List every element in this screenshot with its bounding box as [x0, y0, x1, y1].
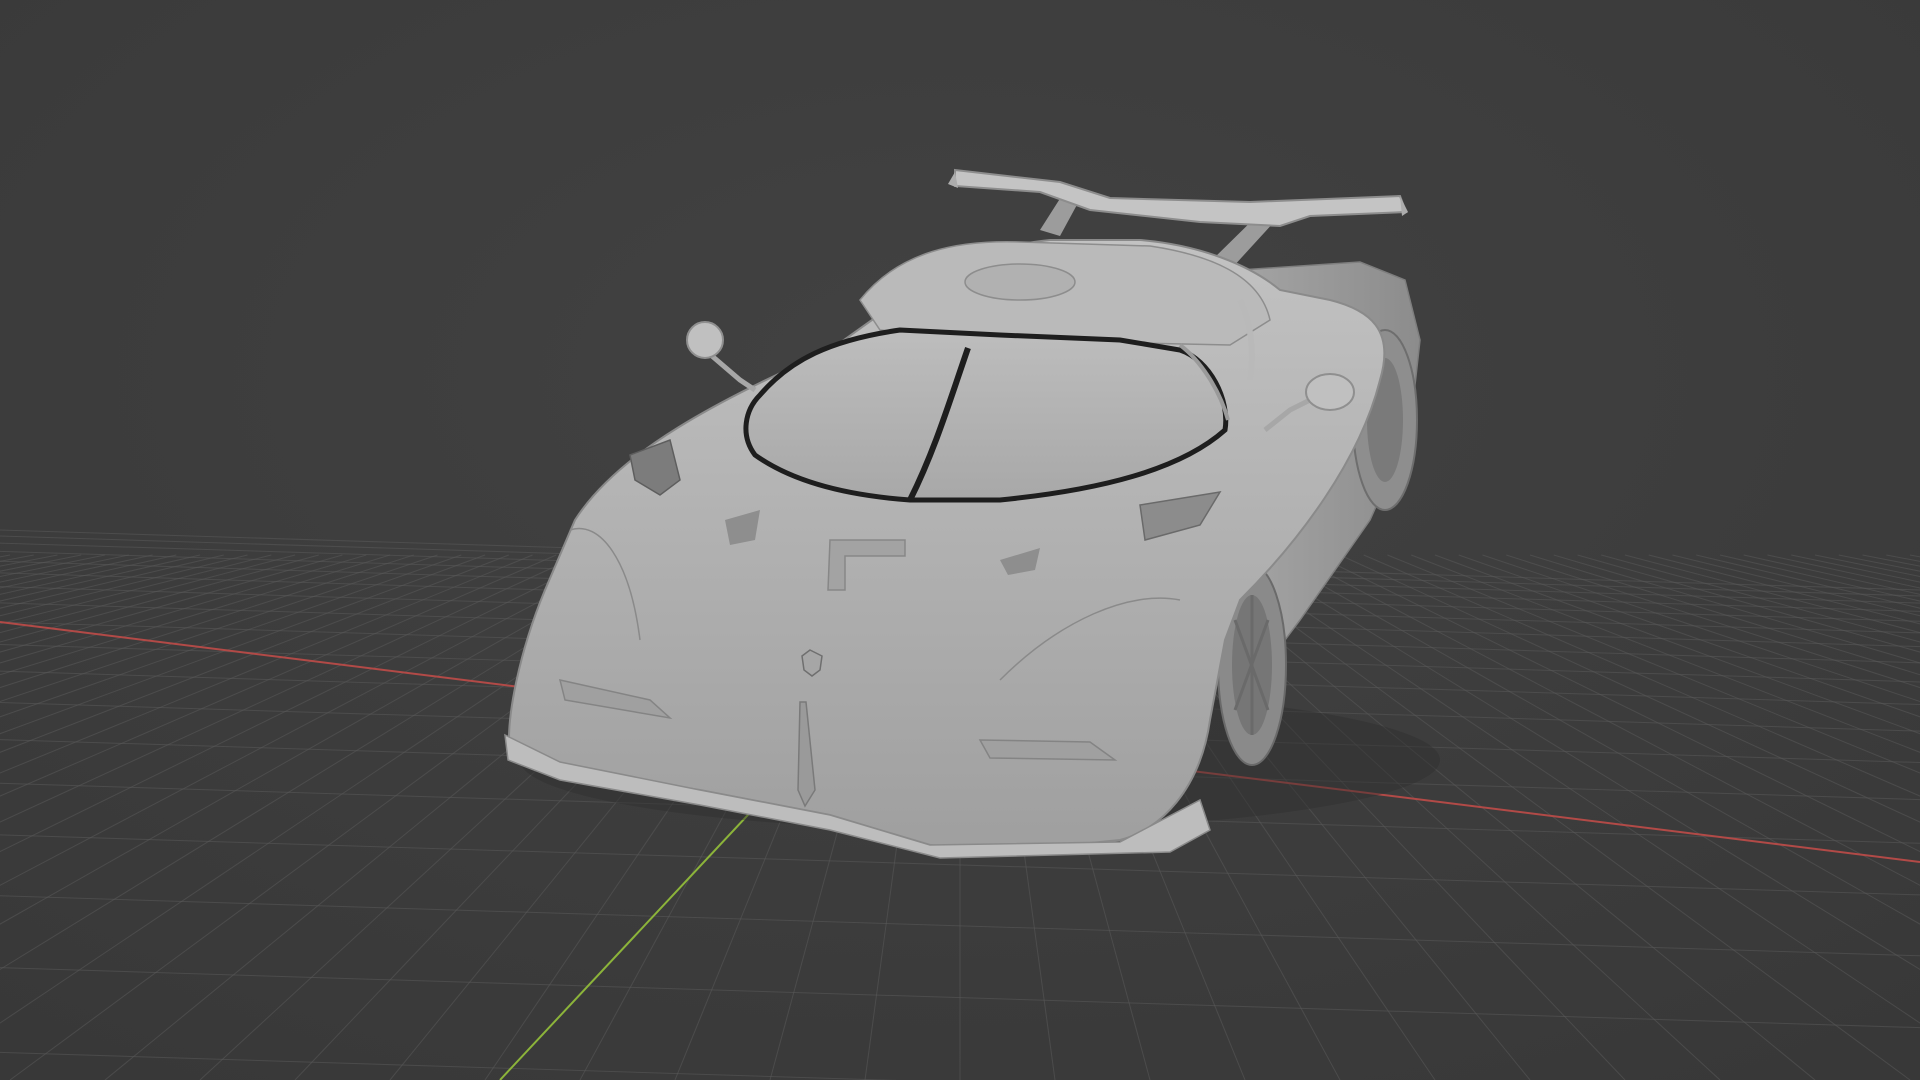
- viewport-canvas[interactable]: [0, 0, 1920, 1080]
- air-intake-scoop: [964, 263, 1076, 301]
- viewport-3d[interactable]: [0, 0, 1920, 1080]
